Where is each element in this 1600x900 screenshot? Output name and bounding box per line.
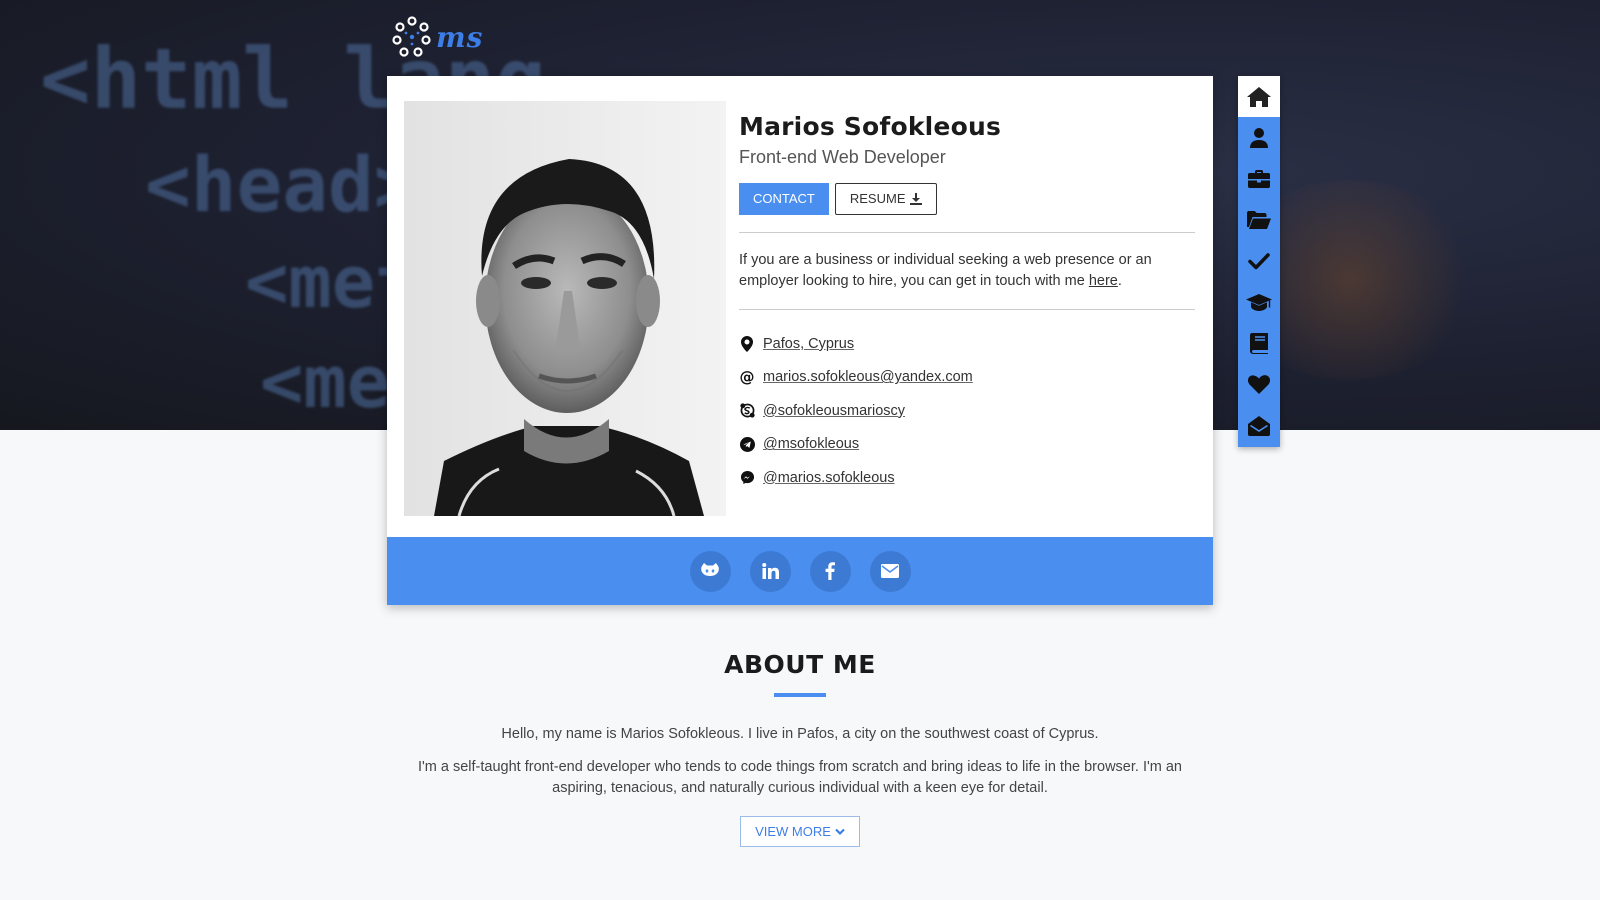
profile-role: Front-end Web Developer <box>739 147 946 167</box>
github-icon <box>701 563 719 576</box>
envelope-open-icon <box>1248 416 1270 437</box>
nav-courses[interactable] <box>1238 323 1280 364</box>
contact-link[interactable]: marios.sofokleous@yandex.com <box>763 369 973 385</box>
view-more-label: VIEW MORE <box>755 824 831 839</box>
at-icon: @ <box>739 368 755 387</box>
resume-button[interactable]: RESUME <box>834 183 937 215</box>
title-underline <box>774 693 826 697</box>
logo-text: ms <box>436 20 484 54</box>
view-more-button[interactable]: VIEW MORE <box>740 816 860 847</box>
nav-interests[interactable] <box>1238 364 1280 405</box>
divider <box>739 309 1195 310</box>
profile-name: Marios Sofokleous <box>739 112 1002 141</box>
contact-link[interactable]: @marios.sofokleous <box>763 470 895 486</box>
divider <box>739 232 1195 233</box>
social-bar <box>387 537 1213 605</box>
chevron-down-icon <box>835 828 845 835</box>
contact-link[interactable]: @sofokleousmarioscy <box>763 403 905 419</box>
envelope-icon <box>881 564 899 578</box>
facebook-icon <box>825 562 835 580</box>
contact-button[interactable]: CONTACT <box>739 183 829 215</box>
logo-mark-icon <box>392 16 431 57</box>
book-icon <box>1250 333 1268 355</box>
contact-item-telegram: @msofokleous <box>739 428 1195 462</box>
heart-icon <box>1248 375 1270 395</box>
email-button[interactable] <box>869 550 911 592</box>
pitch-here-link[interactable]: here <box>1089 273 1118 289</box>
about-section: ABOUT ME Hello, my name is Marios Sofokl… <box>0 650 1600 847</box>
contact-list: Pafos, Cyprus @ marios.sofokleous@yandex… <box>739 327 1195 495</box>
linkedin-icon <box>761 563 779 579</box>
nav-home[interactable] <box>1238 76 1280 118</box>
map-marker-icon <box>739 335 755 352</box>
graduation-cap-icon <box>1246 293 1272 311</box>
contact-item-skype: @sofokleousmarioscy <box>739 394 1195 428</box>
contact-link[interactable]: Pafos, Cyprus <box>763 336 854 352</box>
profile-info: Marios Sofokleous Front-end Web Develope… <box>739 112 1195 495</box>
download-icon <box>909 193 922 205</box>
contact-item-location: Pafos, Cyprus <box>739 327 1195 361</box>
about-paragraph: I'm a self-taught front-end developer wh… <box>418 759 1182 796</box>
about-paragraph: Hello, my name is Marios Sofokleous. I l… <box>501 726 1099 742</box>
user-icon <box>1250 127 1268 148</box>
telegram-icon <box>739 436 755 452</box>
skype-icon <box>739 403 755 419</box>
side-navigation <box>1238 76 1280 447</box>
github-button[interactable] <box>689 550 731 592</box>
pitch-text: If you are a business or individual seek… <box>739 252 1152 289</box>
resume-button-label: RESUME <box>849 191 906 206</box>
nav-education[interactable] <box>1238 282 1280 323</box>
nav-about[interactable] <box>1238 117 1280 158</box>
nav-contact[interactable] <box>1238 406 1280 447</box>
check-icon <box>1248 253 1270 270</box>
about-title: ABOUT ME <box>724 650 876 679</box>
hero-code-line: <head> <box>145 140 420 229</box>
nav-portfolio[interactable] <box>1238 200 1280 241</box>
profile-card: Marios Sofokleous Front-end Web Develope… <box>387 76 1213 605</box>
briefcase-icon <box>1248 169 1270 188</box>
linkedin-button[interactable] <box>749 550 791 592</box>
nav-experience[interactable] <box>1238 158 1280 199</box>
profile-photo <box>404 101 726 516</box>
contact-item-messenger: @marios.sofokleous <box>739 461 1195 495</box>
contact-item-email: @ marios.sofokleous@yandex.com <box>739 361 1195 395</box>
site-logo[interactable]: ms <box>392 16 483 58</box>
folder-open-icon <box>1247 211 1271 230</box>
contact-link[interactable]: @msofokleous <box>763 436 859 452</box>
home-icon <box>1247 86 1271 107</box>
facebook-button[interactable] <box>809 550 851 592</box>
nav-skills[interactable] <box>1238 241 1280 282</box>
messenger-icon <box>739 470 755 486</box>
